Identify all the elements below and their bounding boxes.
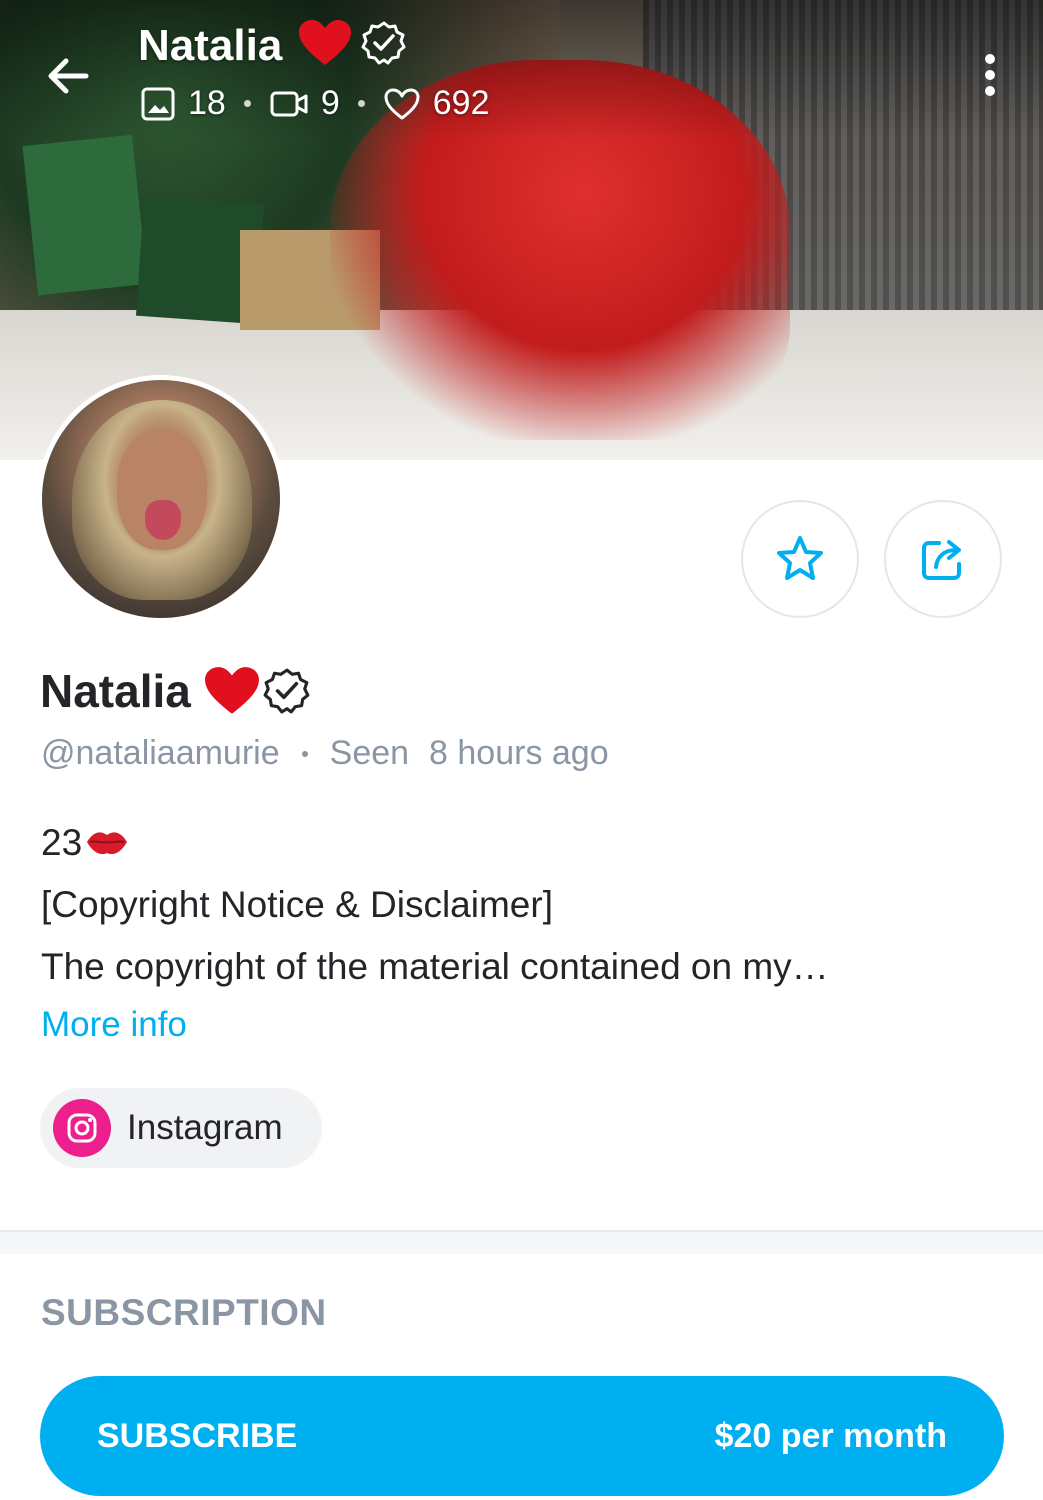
avatar-image xyxy=(42,380,280,618)
share-button[interactable] xyxy=(884,500,1002,618)
stats-separator xyxy=(357,100,365,107)
subscribe-price: $20 per month xyxy=(714,1416,947,1455)
subscribe-button[interactable]: SUBSCRIBE $20 per month xyxy=(40,1376,1004,1496)
back-arrow-icon xyxy=(48,58,89,94)
bio-age-line: 23 xyxy=(41,812,829,874)
bio-age: 23 xyxy=(41,822,83,863)
instagram-icon xyxy=(53,1099,111,1157)
subscription-heading: SUBSCRIPTION xyxy=(41,1292,327,1333)
photos-count: 18 xyxy=(188,84,226,122)
bio-line-1: [Copyright Notice & Disclaimer] xyxy=(41,884,553,925)
top-bar: Natalia 18 9 692 xyxy=(0,0,1043,140)
instagram-label: Instagram xyxy=(127,1108,283,1147)
heart-emoji-icon xyxy=(297,18,353,73)
instagram-link[interactable]: Instagram xyxy=(40,1088,322,1168)
seen-time: 8 hours ago xyxy=(429,734,609,772)
image-icon xyxy=(141,87,175,120)
stats-separator xyxy=(243,100,251,107)
more-options-button[interactable] xyxy=(976,50,1004,100)
verified-badge-icon xyxy=(263,667,311,715)
handle-separator xyxy=(301,750,308,757)
favorite-button[interactable] xyxy=(741,500,859,618)
more-vertical-icon xyxy=(985,54,995,96)
handle-row: @nataliaamurie Seen 8 hours ago xyxy=(41,734,609,773)
likes-count: 692 xyxy=(432,84,490,122)
header-title: Natalia xyxy=(138,20,283,70)
header-stats: 18 9 692 xyxy=(140,84,489,123)
avatar[interactable] xyxy=(37,375,285,623)
subscribe-label: SUBSCRIBE xyxy=(97,1416,298,1455)
videos-stat[interactable]: 9 xyxy=(269,84,340,123)
avatar-mouth xyxy=(145,500,181,540)
photos-stat[interactable]: 18 xyxy=(140,84,226,123)
verified-badge-icon xyxy=(361,20,407,71)
header-title-row: Natalia xyxy=(138,18,407,73)
star-icon xyxy=(777,536,823,580)
kiss-lips-icon xyxy=(84,827,130,859)
back-button[interactable] xyxy=(40,48,96,104)
heart-outline-icon xyxy=(384,88,420,119)
profile-name: Natalia xyxy=(40,665,191,717)
bio-line-2: The copyright of the material contained … xyxy=(41,946,829,987)
cover-gift xyxy=(22,134,148,296)
likes-stat: 692 xyxy=(383,84,490,123)
profile-name-row: Natalia xyxy=(40,664,311,718)
videos-count: 9 xyxy=(320,84,340,122)
more-info-link[interactable]: More info xyxy=(41,1005,187,1045)
video-icon xyxy=(270,91,308,116)
heart-emoji-icon xyxy=(203,665,261,717)
seen-label: Seen xyxy=(329,734,410,772)
profile-bio: 23 [Copyright Notice & Disclaimer] The c… xyxy=(41,812,829,998)
section-band xyxy=(0,1232,1043,1254)
profile-handle: @nataliaamurie xyxy=(41,734,280,772)
share-icon xyxy=(922,540,961,580)
